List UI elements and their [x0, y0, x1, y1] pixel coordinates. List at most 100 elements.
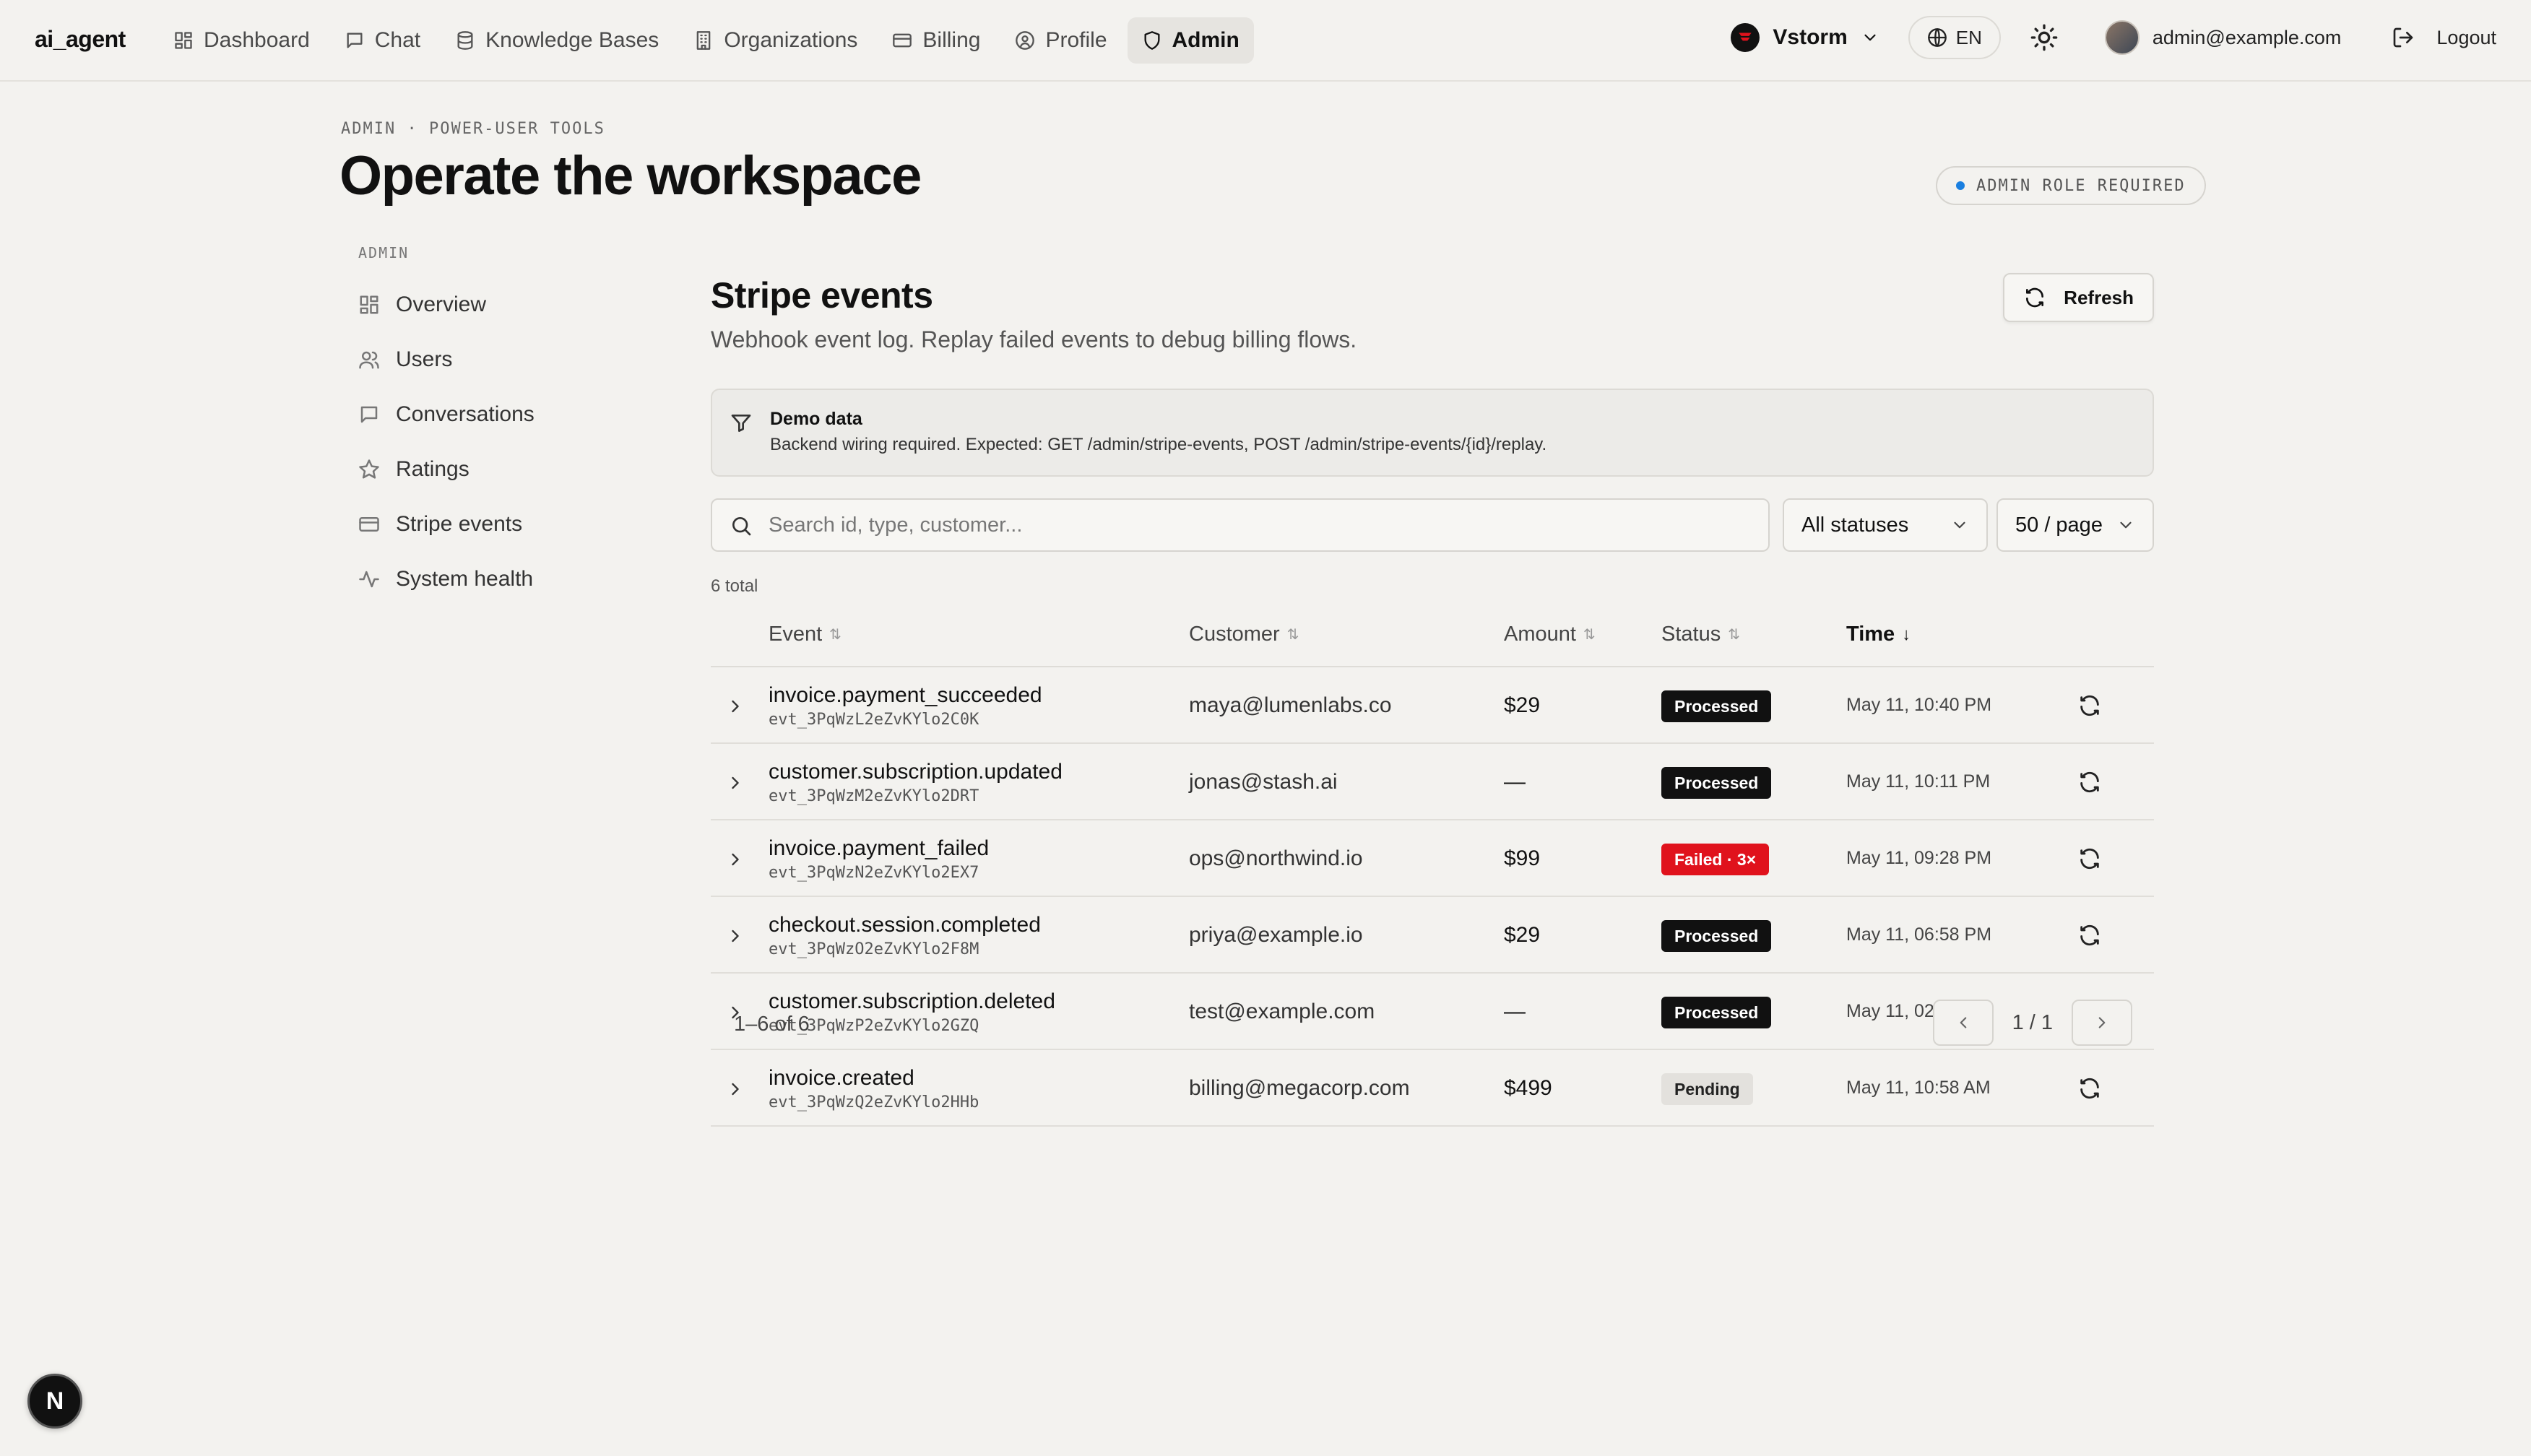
chevron-right-icon[interactable] [725, 849, 745, 870]
dev-tools-badge[interactable]: N [27, 1374, 82, 1429]
filter-toolbar: All statuses 50 / page [711, 498, 2154, 552]
column-header-time[interactable]: Time ↓ [1846, 623, 1911, 646]
next-page-button[interactable] [2072, 1000, 2132, 1046]
prev-page-button[interactable] [1932, 1000, 1994, 1046]
amount: $29 [1504, 693, 1541, 717]
credit-card-icon [358, 514, 380, 535]
chevron-right-icon [2093, 1013, 2111, 1032]
customer-email: maya@lumenlabs.co [1189, 693, 1392, 717]
status-badge: Processed [1661, 767, 1772, 799]
brand-logo[interactable]: ai_agent [35, 26, 126, 53]
org-switcher[interactable]: Vstorm [1731, 23, 1879, 52]
sidebar-item-label: Overview [396, 292, 487, 316]
sidebar-item-stripe-events[interactable]: Stripe events [347, 497, 665, 552]
nav-item-chat[interactable]: Chat [330, 17, 435, 64]
replay-icon[interactable] [2077, 923, 2102, 948]
event-time: May 11, 06:58 PM [1846, 924, 1992, 945]
page-size-select[interactable]: 50 / page [1996, 498, 2154, 552]
nav-item-dashboard[interactable]: Dashboard [159, 17, 324, 64]
search-box [711, 498, 1770, 552]
event-type: invoice.created [769, 1066, 914, 1090]
status-dot-icon [1956, 181, 1965, 190]
nav-label: Billing [922, 28, 981, 52]
page-indicator: 1 / 1 [2012, 1010, 2053, 1034]
notice-title: Demo data [770, 409, 862, 429]
language-label: EN [1955, 26, 1982, 48]
activity-icon [358, 568, 380, 590]
column-header-amount[interactable]: Amount ⇅ [1504, 623, 1596, 646]
logout-button[interactable]: Logout [2392, 26, 2496, 49]
chevron-right-icon[interactable] [725, 773, 745, 793]
event-id: evt_3PqWzO2eZvKYlo2F8M [769, 940, 979, 958]
table-row[interactable]: checkout.session.completed evt_3PqWzO2eZ… [711, 897, 2154, 974]
chevron-right-icon[interactable] [725, 696, 745, 716]
event-time: May 11, 10:58 AM [1846, 1078, 1991, 1098]
chevron-down-icon [1861, 28, 1879, 47]
sidebar-item-label: Users [396, 347, 453, 371]
stripe-events-panel: Stripe events Webhook event log. Replay … [711, 267, 2154, 1127]
table-row[interactable]: invoice.created evt_3PqWzQ2eZvKYlo2HHb b… [711, 1050, 2154, 1127]
status-filter-value: All statuses [1801, 513, 1909, 537]
nav-right: Vstorm EN admin@example.com Logout [1731, 16, 2496, 59]
globe-icon [1927, 27, 1947, 48]
section-subtitle: Webhook event log. Replay failed events … [711, 326, 1357, 352]
page-size-value: 50 / page [2015, 513, 2103, 537]
logout-label: Logout [2436, 26, 2496, 48]
main-nav: Dashboard Chat Knowledge Bases Organizat… [159, 17, 1254, 64]
role-badge-label: ADMIN ROLE REQUIRED [1976, 176, 2186, 195]
nav-item-billing[interactable]: Billing [878, 17, 995, 64]
nav-label: Profile [1045, 28, 1107, 52]
nav-item-profile[interactable]: Profile [1000, 17, 1121, 64]
notice-text: Backend wiring required. Expected: GET /… [770, 435, 1547, 454]
pagination: 1 / 1 [1932, 1000, 2132, 1046]
chevron-right-icon[interactable] [725, 1079, 745, 1099]
status-badge: Processed [1661, 690, 1772, 722]
sun-icon[interactable] [2030, 23, 2059, 52]
replay-icon[interactable] [2077, 846, 2102, 871]
refresh-button[interactable]: Refresh [2003, 273, 2154, 322]
amount: $29 [1504, 923, 1541, 947]
replay-icon[interactable] [2077, 770, 2102, 794]
dashboard-icon [173, 30, 194, 51]
chevron-right-icon[interactable] [725, 926, 745, 946]
nav-item-admin[interactable]: Admin [1127, 17, 1254, 64]
sort-icon: ⇅ [1286, 627, 1299, 643]
sidebar-item-ratings[interactable]: Ratings [347, 442, 665, 497]
event-type: invoice.payment_failed [769, 836, 990, 860]
event-time: May 11, 10:40 PM [1846, 695, 1992, 715]
avatar [2104, 20, 2140, 55]
demo-data-notice: Demo data Backend wiring required. Expec… [711, 389, 2154, 477]
sidebar-item-users[interactable]: Users [347, 332, 665, 387]
sidebar-item-label: System health [396, 567, 534, 591]
nav-item-organizations[interactable]: Organizations [679, 17, 872, 64]
column-label: Status [1661, 623, 1721, 646]
sidebar-item-overview[interactable]: Overview [347, 277, 665, 332]
language-selector[interactable]: EN [1908, 16, 2001, 59]
chat-icon [345, 30, 365, 51]
credit-card-icon [892, 30, 912, 51]
search-input[interactable] [769, 500, 1751, 550]
replay-icon[interactable] [2077, 693, 2102, 718]
nav-item-knowledge-bases[interactable]: Knowledge Bases [441, 17, 673, 64]
refresh-icon [2023, 286, 2046, 309]
table-row[interactable]: invoice.payment_succeeded evt_3PqWzL2eZv… [711, 667, 2154, 744]
column-header-status[interactable]: Status ⇅ [1661, 623, 1740, 646]
pagination-range: 1–6 of 6 [734, 1013, 810, 1036]
user-menu[interactable]: admin@example.com [2104, 20, 2341, 55]
status-filter-select[interactable]: All statuses [1783, 498, 1988, 552]
total-count: 6 total [711, 576, 758, 596]
event-time: May 11, 10:11 PM [1846, 771, 1991, 792]
table-body: invoice.payment_succeeded evt_3PqWzL2eZv… [711, 667, 2154, 1127]
table-row[interactable]: invoice.payment_failed evt_3PqWzN2eZvKYl… [711, 820, 2154, 897]
column-header-customer[interactable]: Customer ⇅ [1189, 623, 1299, 646]
sort-icon: ⇅ [829, 627, 841, 643]
replay-icon[interactable] [2077, 1076, 2102, 1101]
sidebar-item-conversations[interactable]: Conversations [347, 387, 665, 442]
column-header-event[interactable]: Event ⇅ [769, 623, 841, 646]
table-row[interactable]: customer.subscription.updated evt_3PqWzM… [711, 744, 2154, 820]
chevron-left-icon [1954, 1013, 1973, 1032]
nav-label: Knowledge Bases [485, 28, 659, 52]
amount: $99 [1504, 846, 1541, 870]
status-badge: Processed [1661, 997, 1772, 1028]
sidebar-item-system-health[interactable]: System health [347, 552, 665, 607]
